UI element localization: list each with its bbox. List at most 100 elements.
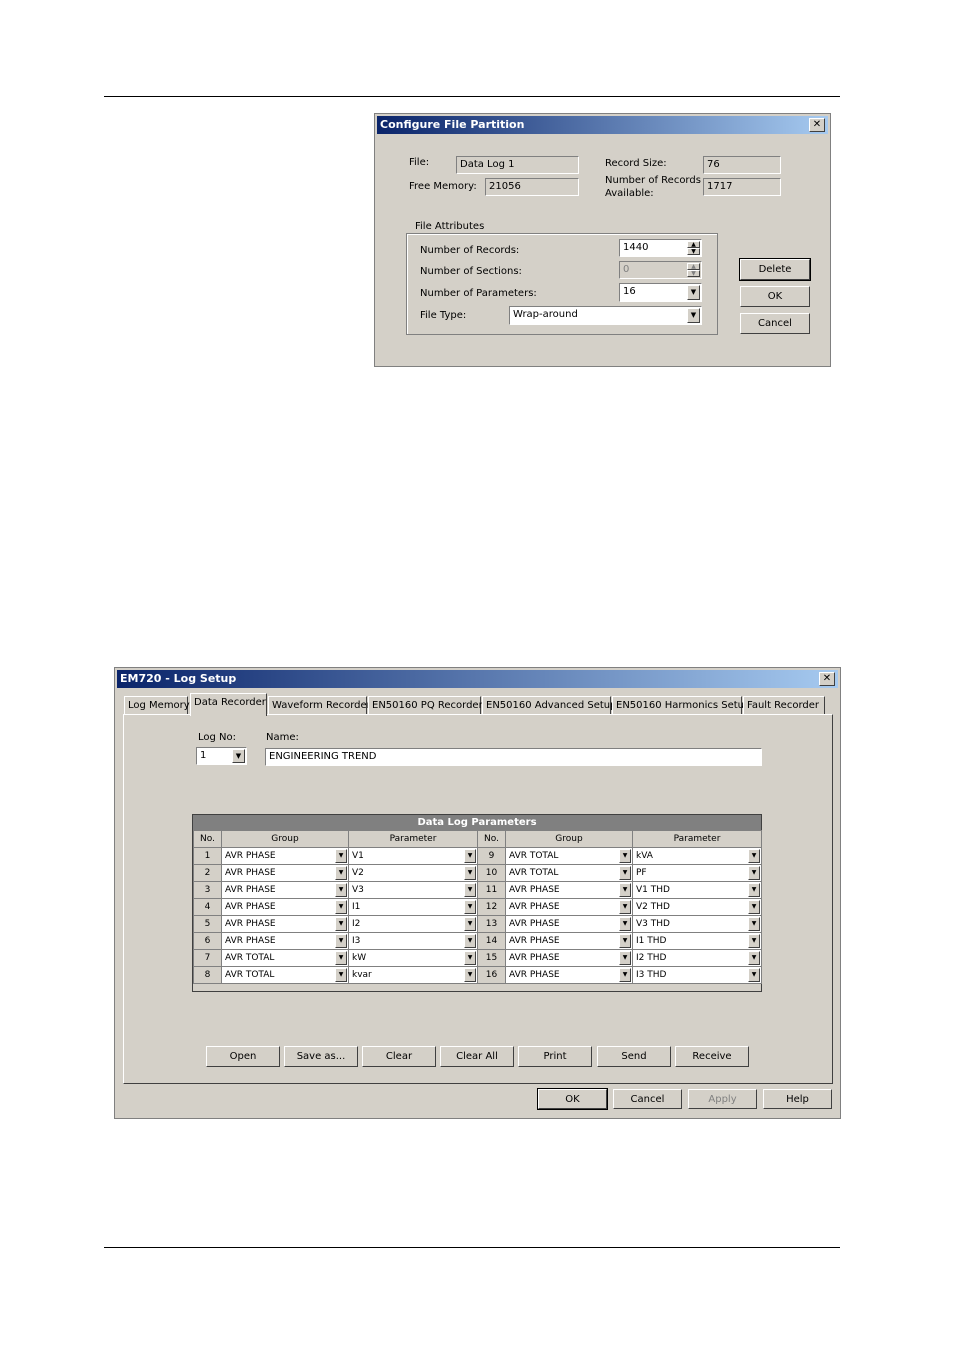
tab-log-memory[interactable]: Log Memory	[124, 696, 190, 715]
chevron-down-icon[interactable]: ▼	[748, 849, 760, 863]
group-select[interactable]: AVR PHASE ▼	[505, 915, 633, 933]
parameter-select[interactable]: V2 ▼	[348, 864, 478, 882]
group-select[interactable]: AVR PHASE ▼	[221, 864, 349, 882]
chevron-down-icon[interactable]: ▼	[335, 866, 347, 880]
parameter-select[interactable]: kW ▼	[348, 949, 478, 967]
chevron-down-icon[interactable]: ▼	[748, 968, 760, 982]
group-select[interactable]: AVR PHASE ▼	[505, 966, 633, 984]
ok-button[interactable]: OK	[740, 286, 810, 307]
group-select[interactable]: AVR PHASE ▼	[221, 847, 349, 865]
chevron-down-icon[interactable]: ▼	[619, 900, 631, 914]
parameter-select[interactable]: I1 ▼	[348, 898, 478, 916]
parameter-select[interactable]: kVA ▼	[632, 847, 762, 865]
parameter-select[interactable]: I1 THD ▼	[632, 932, 762, 950]
chevron-down-icon[interactable]: ▼	[232, 749, 245, 763]
chevron-down-icon[interactable]: ▼	[619, 866, 631, 880]
chevron-down-icon[interactable]: ▼	[748, 951, 760, 965]
chevron-down-icon[interactable]: ▼	[619, 849, 631, 863]
col-group-header: Group	[505, 830, 633, 848]
tab-waveform-recorder[interactable]: Waveform Recorder	[268, 696, 371, 715]
group-select[interactable]: AVR PHASE ▼	[221, 881, 349, 899]
clear-all-button[interactable]: Clear All	[440, 1046, 514, 1067]
group-select[interactable]: AVR PHASE ▼	[505, 898, 633, 916]
save-as-button[interactable]: Save as...	[284, 1046, 358, 1067]
close-icon[interactable]: ✕	[809, 118, 825, 132]
chevron-down-icon[interactable]: ▼	[748, 866, 760, 880]
num-params-select[interactable]: 16 ▼	[619, 283, 702, 302]
tab-data-recorder[interactable]: Data Recorder	[190, 693, 267, 716]
chevron-down-icon[interactable]: ▼	[464, 951, 476, 965]
group-select[interactable]: AVR PHASE ▼	[221, 932, 349, 950]
group-select[interactable]: AVR PHASE ▼	[221, 915, 349, 933]
group-select[interactable]: AVR PHASE ▼	[505, 881, 633, 899]
parameter-select[interactable]: V3 THD ▼	[632, 915, 762, 933]
chevron-down-icon[interactable]: ▼	[619, 968, 631, 982]
send-button[interactable]: Send	[597, 1046, 671, 1067]
group-select[interactable]: AVR TOTAL ▼	[505, 864, 633, 882]
chevron-down-icon[interactable]: ▼	[748, 917, 760, 931]
parameter-select[interactable]: I2 THD ▼	[632, 949, 762, 967]
chevron-down-icon[interactable]: ▼	[335, 934, 347, 948]
chevron-down-icon[interactable]: ▼	[619, 917, 631, 931]
log-no-select[interactable]: 1 ▼	[196, 747, 247, 765]
chevron-down-icon[interactable]: ▼	[335, 917, 347, 931]
chevron-down-icon[interactable]: ▼	[619, 934, 631, 948]
chevron-down-icon[interactable]: ▼	[335, 849, 347, 863]
delete-button[interactable]: Delete	[739, 258, 811, 281]
group-select[interactable]: AVR TOTAL ▼	[221, 949, 349, 967]
parameter-select[interactable]: I2 ▼	[348, 915, 478, 933]
chevron-down-icon[interactable]: ▼	[687, 285, 700, 300]
apply-button[interactable]: Apply	[688, 1089, 757, 1109]
spinner-arrows-icon[interactable]: ▲ ▼	[687, 241, 700, 255]
group-select[interactable]: AVR PHASE ▼	[505, 949, 633, 967]
chevron-down-icon[interactable]: ▼	[619, 883, 631, 897]
receive-button[interactable]: Receive	[675, 1046, 749, 1067]
tab-en50160-pq-recorder[interactable]: EN50160 PQ Recorder	[368, 696, 483, 715]
cancel-button[interactable]: Cancel	[740, 313, 810, 334]
chevron-down-icon[interactable]: ▼	[748, 883, 760, 897]
parameter-select[interactable]: I3 THD ▼	[632, 966, 762, 984]
chevron-down-icon[interactable]: ▼	[464, 866, 476, 880]
tab-en50160-harmonics-setup[interactable]: EN50160 Harmonics Setup	[612, 696, 750, 715]
group-select[interactable]: AVR PHASE ▼	[221, 898, 349, 916]
dialog-title: Configure File Partition ✕	[377, 116, 828, 134]
tab-fault-recorder[interactable]: Fault Recorder	[743, 696, 825, 715]
open-button[interactable]: Open	[206, 1046, 280, 1067]
chevron-down-icon[interactable]: ▼	[335, 883, 347, 897]
clear-button[interactable]: Clear	[362, 1046, 436, 1067]
chevron-down-icon[interactable]: ▼	[335, 968, 347, 982]
group-select[interactable]: AVR PHASE ▼	[505, 932, 633, 950]
chevron-down-icon[interactable]: ▼	[619, 951, 631, 965]
tab-en50160-advanced-setup[interactable]: EN50160 Advanced Setup	[482, 696, 616, 715]
chevron-down-icon[interactable]: ▼	[748, 900, 760, 914]
chevron-down-icon[interactable]: ▼	[464, 968, 476, 982]
chevron-down-icon[interactable]: ▼	[464, 849, 476, 863]
chevron-down-icon[interactable]: ▼	[464, 917, 476, 931]
chevron-down-icon[interactable]: ▼	[335, 900, 347, 914]
group-select[interactable]: AVR TOTAL ▼	[221, 966, 349, 984]
help-button[interactable]: Help	[763, 1089, 832, 1109]
close-icon[interactable]: ✕	[819, 672, 835, 686]
parameter-select[interactable]: I3 ▼	[348, 932, 478, 950]
name-input[interactable]: ENGINEERING TREND	[265, 748, 762, 766]
ok-button[interactable]: OK	[537, 1088, 608, 1110]
file-type-select[interactable]: Wrap-around ▼	[509, 306, 702, 325]
chevron-down-icon[interactable]: ▼	[335, 951, 347, 965]
chevron-down-icon[interactable]: ▼	[748, 934, 760, 948]
parameter-select[interactable]: PF ▼	[632, 864, 762, 882]
cancel-button[interactable]: Cancel	[613, 1089, 682, 1109]
parameter-select[interactable]: V1 THD ▼	[632, 881, 762, 899]
chevron-down-icon[interactable]: ▼	[687, 308, 700, 323]
table-row: 5 AVR PHASE ▼ I2 ▼ 13 AVR PHASE ▼ V3 THD ▼	[193, 915, 762, 933]
chevron-down-icon[interactable]: ▼	[464, 883, 476, 897]
num-records-spinner[interactable]: 1440 ▲ ▼	[619, 239, 702, 257]
parameter-select[interactable]: V3 ▼	[348, 881, 478, 899]
group-select[interactable]: AVR TOTAL ▼	[505, 847, 633, 865]
parameter-select[interactable]: V1 ▼	[348, 847, 478, 865]
print-button[interactable]: Print	[518, 1046, 592, 1067]
chevron-down-icon[interactable]: ▼	[464, 900, 476, 914]
group-select-value: AVR PHASE	[509, 953, 560, 963]
parameter-select[interactable]: kvar ▼	[348, 966, 478, 984]
chevron-down-icon[interactable]: ▼	[464, 934, 476, 948]
parameter-select[interactable]: V2 THD ▼	[632, 898, 762, 916]
